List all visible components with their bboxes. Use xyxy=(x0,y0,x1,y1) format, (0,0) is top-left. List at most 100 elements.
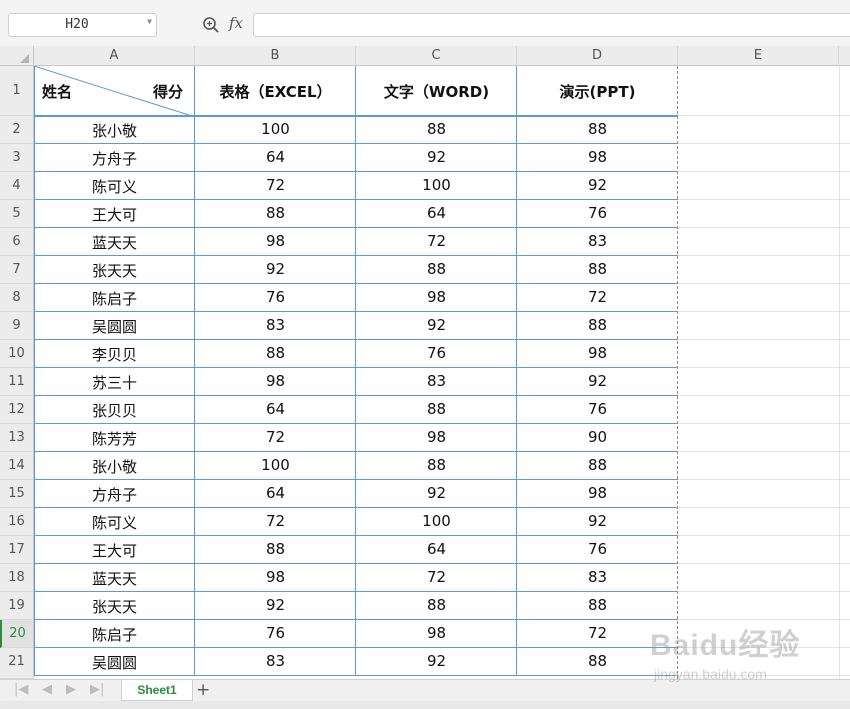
row-header[interactable]: 17 xyxy=(0,536,34,564)
header-cell[interactable]: 演示(PPT) xyxy=(517,81,678,102)
name-cell[interactable]: 陈可义 xyxy=(34,176,195,197)
row-header[interactable]: 21 xyxy=(0,648,34,679)
score-cell[interactable]: 76 xyxy=(517,540,678,558)
score-cell[interactable]: 72 xyxy=(195,176,356,194)
row-header[interactable]: 3 xyxy=(0,144,34,172)
score-cell[interactable]: 88 xyxy=(195,344,356,362)
row-header[interactable]: 13 xyxy=(0,424,34,452)
formula-input[interactable] xyxy=(253,13,850,37)
score-cell[interactable]: 98 xyxy=(356,624,517,642)
score-cell[interactable]: 64 xyxy=(195,484,356,502)
row-header[interactable]: 10 xyxy=(0,340,34,368)
score-cell[interactable]: 88 xyxy=(356,260,517,278)
score-cell[interactable]: 64 xyxy=(195,148,356,166)
row-header[interactable]: 7 xyxy=(0,256,34,284)
name-cell[interactable]: 王大可 xyxy=(34,540,195,561)
score-cell[interactable]: 100 xyxy=(356,176,517,194)
score-cell[interactable]: 83 xyxy=(517,568,678,586)
row-header[interactable]: 18 xyxy=(0,564,34,592)
score-cell[interactable]: 88 xyxy=(517,316,678,334)
name-cell[interactable]: 张小敬 xyxy=(34,120,195,141)
row-header[interactable]: 15 xyxy=(0,480,34,508)
score-cell[interactable]: 98 xyxy=(517,148,678,166)
score-cell[interactable]: 92 xyxy=(356,148,517,166)
header-cell[interactable]: 表格（EXCEL） xyxy=(195,81,356,102)
score-cell[interactable]: 88 xyxy=(195,540,356,558)
score-cell[interactable]: 92 xyxy=(517,512,678,530)
score-cell[interactable]: 72 xyxy=(517,288,678,306)
row-header[interactable]: 1 xyxy=(0,66,34,116)
row-header-active[interactable]: 20 xyxy=(0,620,34,648)
score-cell[interactable]: 98 xyxy=(517,344,678,362)
name-cell[interactable]: 陈启子 xyxy=(34,624,195,645)
name-cell[interactable]: 张天天 xyxy=(34,596,195,617)
score-cell[interactable]: 83 xyxy=(517,232,678,250)
score-cell[interactable]: 98 xyxy=(517,484,678,502)
select-all-corner[interactable] xyxy=(0,46,34,66)
score-cell[interactable]: 98 xyxy=(195,232,356,250)
score-cell[interactable]: 92 xyxy=(195,596,356,614)
row-header[interactable]: 4 xyxy=(0,172,34,200)
name-cell[interactable]: 王大可 xyxy=(34,204,195,225)
row-header[interactable]: 8 xyxy=(0,284,34,312)
name-cell[interactable]: 陈芳芳 xyxy=(34,428,195,449)
score-cell[interactable]: 88 xyxy=(517,596,678,614)
score-cell[interactable]: 76 xyxy=(356,344,517,362)
row-header[interactable]: 6 xyxy=(0,228,34,256)
name-cell[interactable]: 蓝天天 xyxy=(34,232,195,253)
name-cell[interactable]: 张小敬 xyxy=(34,456,195,477)
score-cell[interactable]: 64 xyxy=(356,540,517,558)
name-cell[interactable]: 蓝天天 xyxy=(34,568,195,589)
sheet-grid[interactable]: 姓名 得分 表格（EXCEL） 文字（WORD) 演示(PPT) 张小敬 100 8… xyxy=(34,66,850,679)
score-cell[interactable]: 92 xyxy=(356,652,517,670)
row-header[interactable]: 12 xyxy=(0,396,34,424)
score-cell[interactable]: 90 xyxy=(517,428,678,446)
score-cell[interactable]: 76 xyxy=(195,624,356,642)
score-cell[interactable]: 88 xyxy=(517,120,678,138)
score-cell[interactable]: 72 xyxy=(356,568,517,586)
column-header-b[interactable]: B xyxy=(195,46,356,66)
score-cell[interactable]: 76 xyxy=(517,400,678,418)
name-cell[interactable]: 苏三十 xyxy=(34,372,195,393)
add-sheet-button[interactable]: + xyxy=(196,681,210,699)
score-cell[interactable]: 76 xyxy=(195,288,356,306)
score-cell[interactable]: 92 xyxy=(356,484,517,502)
score-cell[interactable]: 64 xyxy=(195,400,356,418)
score-cell[interactable]: 72 xyxy=(356,232,517,250)
name-cell[interactable]: 李贝贝 xyxy=(34,344,195,365)
name-cell[interactable]: 吴圆圆 xyxy=(34,316,195,337)
score-cell[interactable]: 83 xyxy=(195,316,356,334)
row-header[interactable]: 11 xyxy=(0,368,34,396)
name-cell[interactable]: 吴圆圆 xyxy=(34,652,195,673)
sheet-tab-sheet1[interactable]: Sheet1 xyxy=(121,680,193,701)
score-cell[interactable]: 88 xyxy=(356,456,517,474)
score-cell[interactable]: 88 xyxy=(356,400,517,418)
name-cell[interactable]: 陈启子 xyxy=(34,288,195,309)
row-header[interactable]: 5 xyxy=(0,200,34,228)
score-cell[interactable]: 92 xyxy=(356,316,517,334)
row-header[interactable]: 19 xyxy=(0,592,34,620)
row-header[interactable]: 14 xyxy=(0,452,34,480)
score-cell[interactable]: 88 xyxy=(517,456,678,474)
name-cell[interactable]: 陈可义 xyxy=(34,512,195,533)
score-cell[interactable]: 98 xyxy=(195,568,356,586)
column-header-a[interactable]: A xyxy=(34,46,195,66)
score-cell[interactable]: 100 xyxy=(195,120,356,138)
row-header[interactable]: 16 xyxy=(0,508,34,536)
column-header-c[interactable]: C xyxy=(356,46,517,66)
name-cell[interactable]: 张天天 xyxy=(34,260,195,281)
score-cell[interactable]: 92 xyxy=(517,372,678,390)
score-cell[interactable]: 72 xyxy=(195,512,356,530)
last-sheet-icon[interactable]: ▶| xyxy=(90,682,104,697)
score-cell[interactable]: 76 xyxy=(517,204,678,222)
score-cell[interactable]: 88 xyxy=(195,204,356,222)
row-header[interactable]: 2 xyxy=(0,116,34,144)
score-cell[interactable]: 88 xyxy=(356,596,517,614)
row-header[interactable]: 9 xyxy=(0,312,34,340)
score-cell[interactable]: 100 xyxy=(195,456,356,474)
score-cell[interactable]: 72 xyxy=(195,428,356,446)
score-cell[interactable]: 88 xyxy=(517,260,678,278)
score-cell[interactable]: 83 xyxy=(356,372,517,390)
next-sheet-icon[interactable]: ▶ xyxy=(66,682,76,697)
name-cell[interactable]: 方舟子 xyxy=(34,484,195,505)
